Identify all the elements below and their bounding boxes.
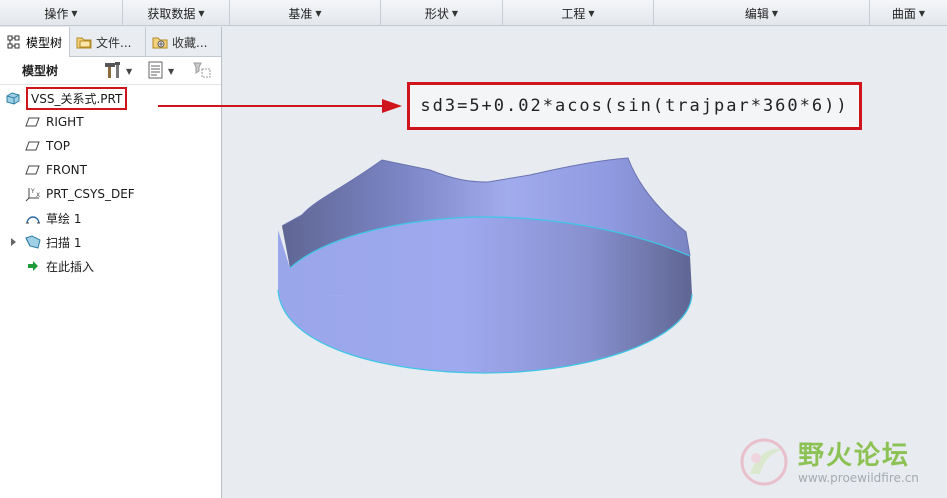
swept-surface-model[interactable] bbox=[0, 0, 947, 498]
forum-url: www.proewildfire.cn bbox=[798, 471, 919, 485]
relation-equation-box: sd3=5+0.02*acos(sin(trajpar*360*6)) bbox=[407, 82, 862, 130]
arrow-head-icon bbox=[382, 99, 402, 113]
relation-text: sd3=5+0.02*acos(sin(trajpar*360*6)) bbox=[420, 96, 849, 116]
forum-name: 野火论坛 bbox=[798, 441, 911, 471]
watermark: 野火论坛 www.proewildfire.cn bbox=[736, 432, 944, 494]
forum-logo-icon bbox=[736, 434, 792, 493]
